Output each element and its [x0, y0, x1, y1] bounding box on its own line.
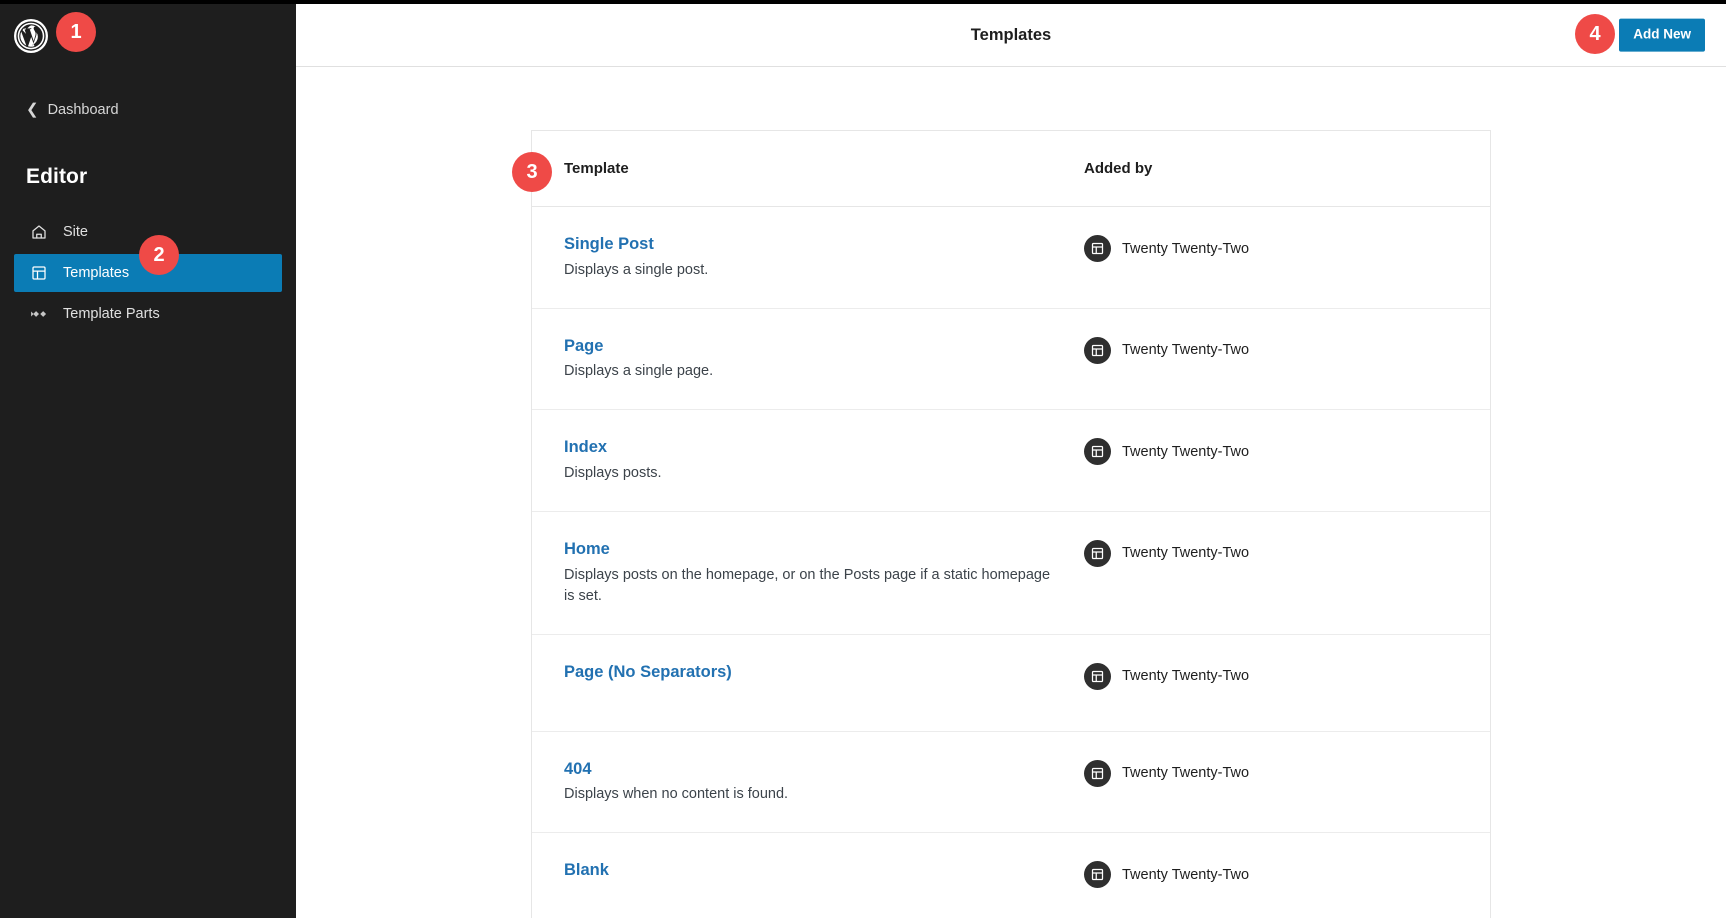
- template-description: Displays when no content is found.: [564, 786, 789, 803]
- chevron-left-icon: ❮: [26, 101, 39, 119]
- theme-avatar-icon: [1084, 235, 1111, 262]
- templates-table-header: Template Added by: [532, 131, 1490, 207]
- template-link[interactable]: Index: [564, 437, 607, 458]
- template-cell: Blank: [564, 860, 1084, 886]
- template-cell: 404 Displays when no content is found.: [564, 759, 1084, 806]
- templates-table: Template Added by Single Post Displays a…: [531, 130, 1491, 918]
- table-row[interactable]: Home Displays posts on the homepage, or …: [532, 512, 1490, 635]
- added-by-label: Twenty Twenty-Two: [1122, 765, 1250, 782]
- template-link[interactable]: Page (No Separators): [564, 662, 732, 683]
- dashboard-back-label: Dashboard: [47, 102, 119, 118]
- template-description: Displays posts on the homepage, or on th…: [564, 566, 1051, 604]
- home-icon: [28, 221, 50, 243]
- added-by-cell: Twenty Twenty-Two: [1084, 759, 1458, 787]
- template-link[interactable]: Blank: [564, 860, 609, 881]
- table-row[interactable]: Page Displays a single page. Twenty Twen…: [532, 309, 1490, 411]
- main-panel: Templates Add New Template Added by Sing…: [296, 0, 1726, 918]
- added-by-label: Twenty Twenty-Two: [1122, 342, 1250, 359]
- sidebar-section-title: Editor: [26, 165, 88, 189]
- table-row[interactable]: Single Post Displays a single post. Twen…: [532, 207, 1490, 309]
- sidebar-item-label: Template Parts: [63, 306, 160, 323]
- added-by-cell: Twenty Twenty-Two: [1084, 662, 1458, 690]
- added-by-cell: Twenty Twenty-Two: [1084, 539, 1458, 567]
- templates-content: Template Added by Single Post Displays a…: [296, 67, 1726, 918]
- template-link[interactable]: 404: [564, 759, 592, 780]
- theme-avatar-icon: [1084, 861, 1111, 889]
- page-header: Templates Add New: [296, 4, 1726, 67]
- theme-avatar-icon: [1084, 759, 1111, 787]
- annotation-badge-4: 4: [1575, 14, 1615, 54]
- table-row[interactable]: 404 Displays when no content is found. T…: [532, 732, 1490, 834]
- header-actions: Add New: [1619, 18, 1705, 52]
- annotation-badge-1: 1: [56, 12, 96, 52]
- table-row[interactable]: Blank Twenty Twenty-Two: [532, 833, 1490, 918]
- added-by-cell: Twenty Twenty-Two: [1084, 234, 1458, 262]
- template-cell: Page (No Separators): [564, 662, 1084, 688]
- template-link[interactable]: Home: [564, 539, 610, 560]
- window-top-strip: [0, 0, 1726, 4]
- template-cell: Page Displays a single page.: [564, 336, 1084, 383]
- template-parts-icon: [28, 303, 50, 325]
- sidebar-item-template-parts[interactable]: Template Parts: [14, 295, 282, 333]
- wordpress-logo-icon[interactable]: [14, 19, 48, 53]
- template-cell: Single Post Displays a single post.: [564, 234, 1084, 281]
- added-by-cell: Twenty Twenty-Two: [1084, 860, 1458, 889]
- editor-sidebar: ❮ Dashboard Editor Site Templates Templa…: [0, 0, 296, 918]
- added-by-cell: Twenty Twenty-Two: [1084, 336, 1458, 364]
- added-by-label: Twenty Twenty-Two: [1122, 545, 1250, 562]
- sidebar-item-label: Templates: [63, 265, 130, 282]
- added-by-label: Twenty Twenty-Two: [1122, 443, 1250, 460]
- site-editor-screen: ❮ Dashboard Editor Site Templates Templa…: [0, 0, 1726, 918]
- added-by-label: Twenty Twenty-Two: [1122, 866, 1250, 883]
- theme-avatar-icon: [1084, 662, 1111, 690]
- wordpress-logo-row: [0, 4, 296, 68]
- template-description: Displays a single post.: [564, 261, 709, 278]
- column-header-added-by: Added by: [1084, 160, 1153, 177]
- added-by-label: Twenty Twenty-Two: [1122, 668, 1250, 685]
- template-description: Displays posts.: [564, 464, 662, 481]
- template-cell: Index Displays posts.: [564, 437, 1084, 484]
- table-row[interactable]: Index Displays posts. Twenty Twenty-Two: [532, 410, 1490, 512]
- sidebar-nav: Site Templates Template Parts: [0, 213, 296, 333]
- theme-avatar-icon: [1084, 539, 1111, 567]
- sidebar-item-label: Site: [63, 224, 88, 241]
- table-row[interactable]: Page (No Separators) Twenty Twenty-Two: [532, 635, 1490, 732]
- layout-template-icon: [28, 262, 50, 284]
- added-by-cell: Twenty Twenty-Two: [1084, 437, 1458, 466]
- column-header-template: Template: [564, 160, 629, 177]
- annotation-badge-3: 3: [512, 152, 552, 192]
- added-by-label: Twenty Twenty-Two: [1122, 240, 1250, 257]
- dashboard-back-link[interactable]: ❮ Dashboard: [0, 96, 296, 125]
- template-link[interactable]: Single Post: [564, 234, 654, 255]
- annotation-badge-2: 2: [139, 235, 179, 275]
- add-new-button[interactable]: Add New: [1619, 18, 1705, 52]
- template-cell: Home Displays posts on the homepage, or …: [564, 539, 1084, 607]
- page-title: Templates: [970, 25, 1052, 44]
- theme-avatar-icon: [1084, 336, 1111, 364]
- theme-avatar-icon: [1084, 438, 1111, 466]
- template-description: Displays a single page.: [564, 363, 714, 380]
- template-link[interactable]: Page: [564, 336, 603, 357]
